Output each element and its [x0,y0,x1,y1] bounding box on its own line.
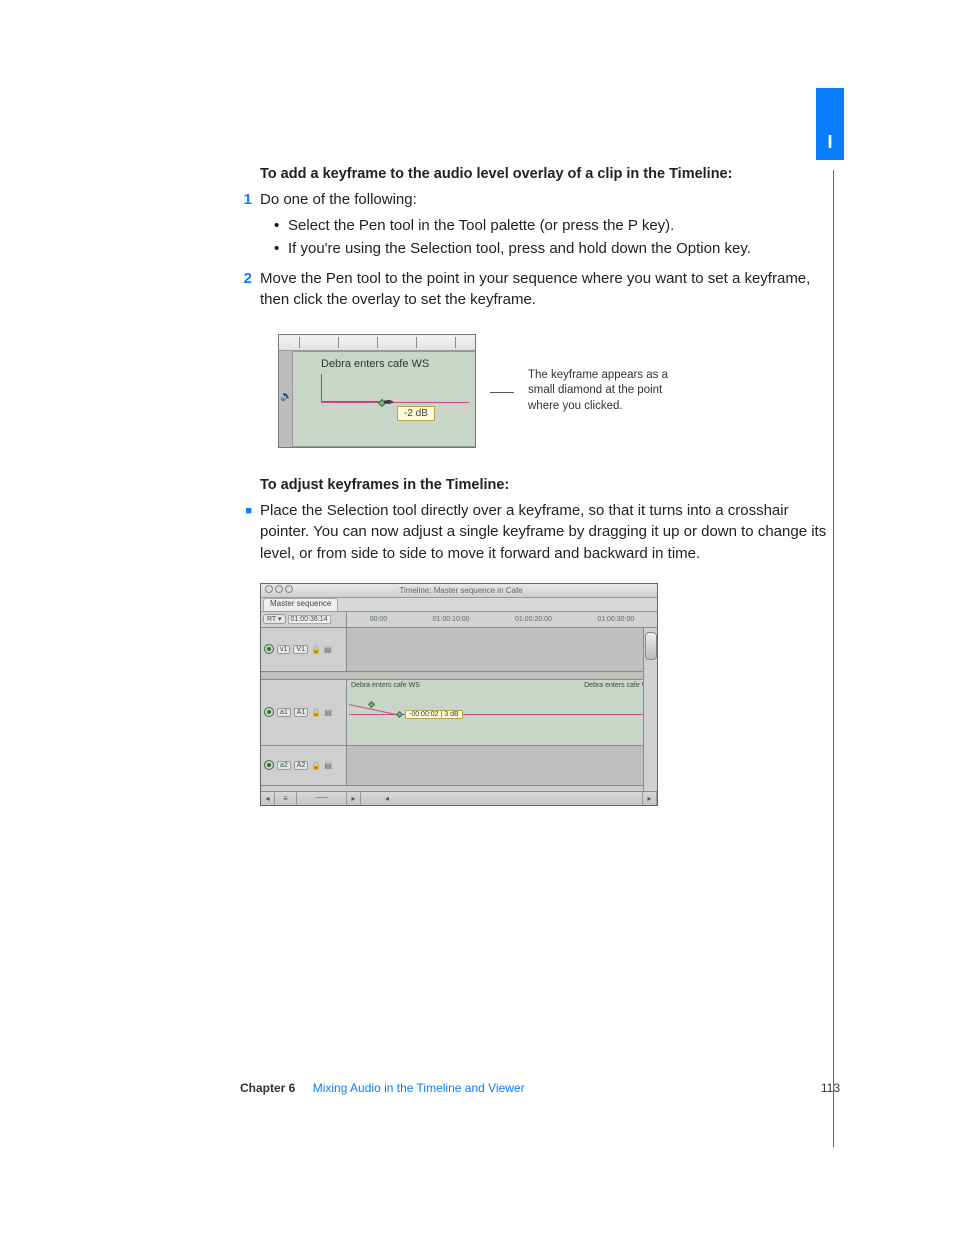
visibility-toggle-icon[interactable] [264,707,274,717]
step-number: 1 [240,189,260,210]
zoom-slider[interactable]: ⎯⎯⎯ [297,792,347,805]
timeline-ruler[interactable]: 00:00 01:00:10:00 01:00:20:00 01:00:30:0… [347,612,657,627]
nav-left-icon[interactable]: ◂ [261,792,275,805]
source-track-label[interactable]: a1 [277,708,291,717]
dest-track-label[interactable]: A2 [294,761,309,770]
chapter-label: Chapter 6 [240,1081,295,1095]
window-titlebar: Timeline: Master sequence in Cafe [261,584,657,598]
pen-tool-icon: ✒ [383,394,395,411]
lock-icon[interactable]: 🔒 [311,761,321,770]
sequence-tab[interactable]: Master sequence [263,598,338,611]
step-number: 2 [240,268,260,310]
dest-track-label[interactable]: V1 [293,645,308,654]
square-bullet-icon: ■ [240,500,260,565]
callout-line [321,374,391,402]
keyframe-diamond-icon[interactable] [396,711,403,718]
section-thumb-tab: I [816,88,844,160]
option-item: Select the Pen tool in the Tool palette … [274,214,840,237]
figure-keyframe-clip: 🔊 Debra enters cafe WS ✒ -2 dB The keyfr… [278,334,840,448]
option-item: If you're using the Selection tool, pres… [274,237,840,260]
step-text: Move the Pen tool to the point in your s… [260,268,840,310]
speaker-icon: 🔊 [280,391,292,402]
figure-timeline-window: Timeline: Master sequence in Cafe Master… [260,583,658,806]
source-track-label[interactable]: a2 [277,761,291,770]
level-overlay[interactable] [321,402,469,403]
current-timecode[interactable]: 01:00:36:14 [288,615,331,624]
track-v1: v1 V1 🔒 ▤ [261,628,657,672]
ruler-tick: 00:00 [370,616,388,623]
step-text: Do one of the following: [260,189,840,210]
timeline-footer: ◂ ≡ ⎯⎯⎯ ▸ ◂ ▸ [261,791,657,805]
callout-leader [490,392,514,393]
source-track-label[interactable]: v1 [277,645,290,654]
timeline-ruler [279,335,475,351]
track-content[interactable] [347,628,657,671]
track-a1: a1 A1 🔒 ▤ Debra enters cafe WS Debra ent… [261,680,657,746]
ruler-tick: 01:00:10:00 [433,616,470,623]
visibility-toggle-icon[interactable] [264,644,274,654]
horizontal-scrollbar[interactable]: ◂ [361,792,643,805]
lock-icon[interactable]: 🔒 [311,708,321,717]
page-number: 113 [821,1081,840,1095]
procedure-heading-2: To adjust keyframes in the Timeline: [260,476,840,496]
level-tooltip: -2 dB [397,406,435,421]
auto-select-icon[interactable]: ▤ [324,761,332,770]
page-footer: Chapter 6 Mixing Audio in the Timeline a… [240,1081,840,1095]
track-content[interactable] [347,746,657,785]
procedure-text: Place the Selection tool directly over a… [260,500,840,565]
scroll-right-icon[interactable]: ▸ [643,792,657,805]
ruler-tick: 01:00:20:00 [515,616,552,623]
track-divider [261,672,657,680]
auto-select-icon[interactable]: ▤ [324,708,332,717]
dest-track-label[interactable]: A1 [294,708,309,717]
procedure-heading-1: To add a keyframe to the audio level ove… [260,165,840,185]
traffic-lights[interactable] [265,585,295,595]
keyframe-tooltip: -00:00:02 | 3 dB [405,710,463,719]
track-header: 🔊 [279,351,293,447]
ruler-tick: 01:00:30:00 [597,616,634,623]
timeline-controls: RT ▾ 01:00:36:14 [261,612,347,627]
track-a2: a2 A2 🔒 ▤ [261,746,657,786]
track-height-icon[interactable]: ≡ [275,792,297,805]
keyframe-diamond-icon[interactable] [368,701,375,708]
figure-caption: The keyframe appears as a small diamond … [528,368,688,415]
vertical-scrollbar[interactable] [643,628,657,791]
auto-select-icon[interactable]: ▤ [324,645,332,654]
visibility-toggle-icon[interactable] [264,760,274,770]
audio-track-content[interactable]: Debra enters cafe WS Debra enters cafe W… [347,680,657,745]
sequence-tab-bar: Master sequence [261,598,657,612]
lock-icon[interactable]: 🔒 [311,645,321,654]
chapter-title: Mixing Audio in the Timeline and Viewer [313,1081,525,1095]
clip-name: Debra enters cafe WS [351,682,420,689]
scrollbar-thumb[interactable] [645,632,657,660]
rt-popup[interactable]: RT ▾ [263,614,286,624]
step-1-options: Select the Pen tool in the Tool palette … [274,214,840,261]
audio-clip[interactable]: Debra enters cafe WS ✒ -2 dB [293,351,475,447]
clip-name: Debra enters cafe WS [321,358,429,370]
nav-right-icon[interactable]: ▸ [347,792,361,805]
window-title: Timeline: Master sequence in Cafe [295,586,627,595]
